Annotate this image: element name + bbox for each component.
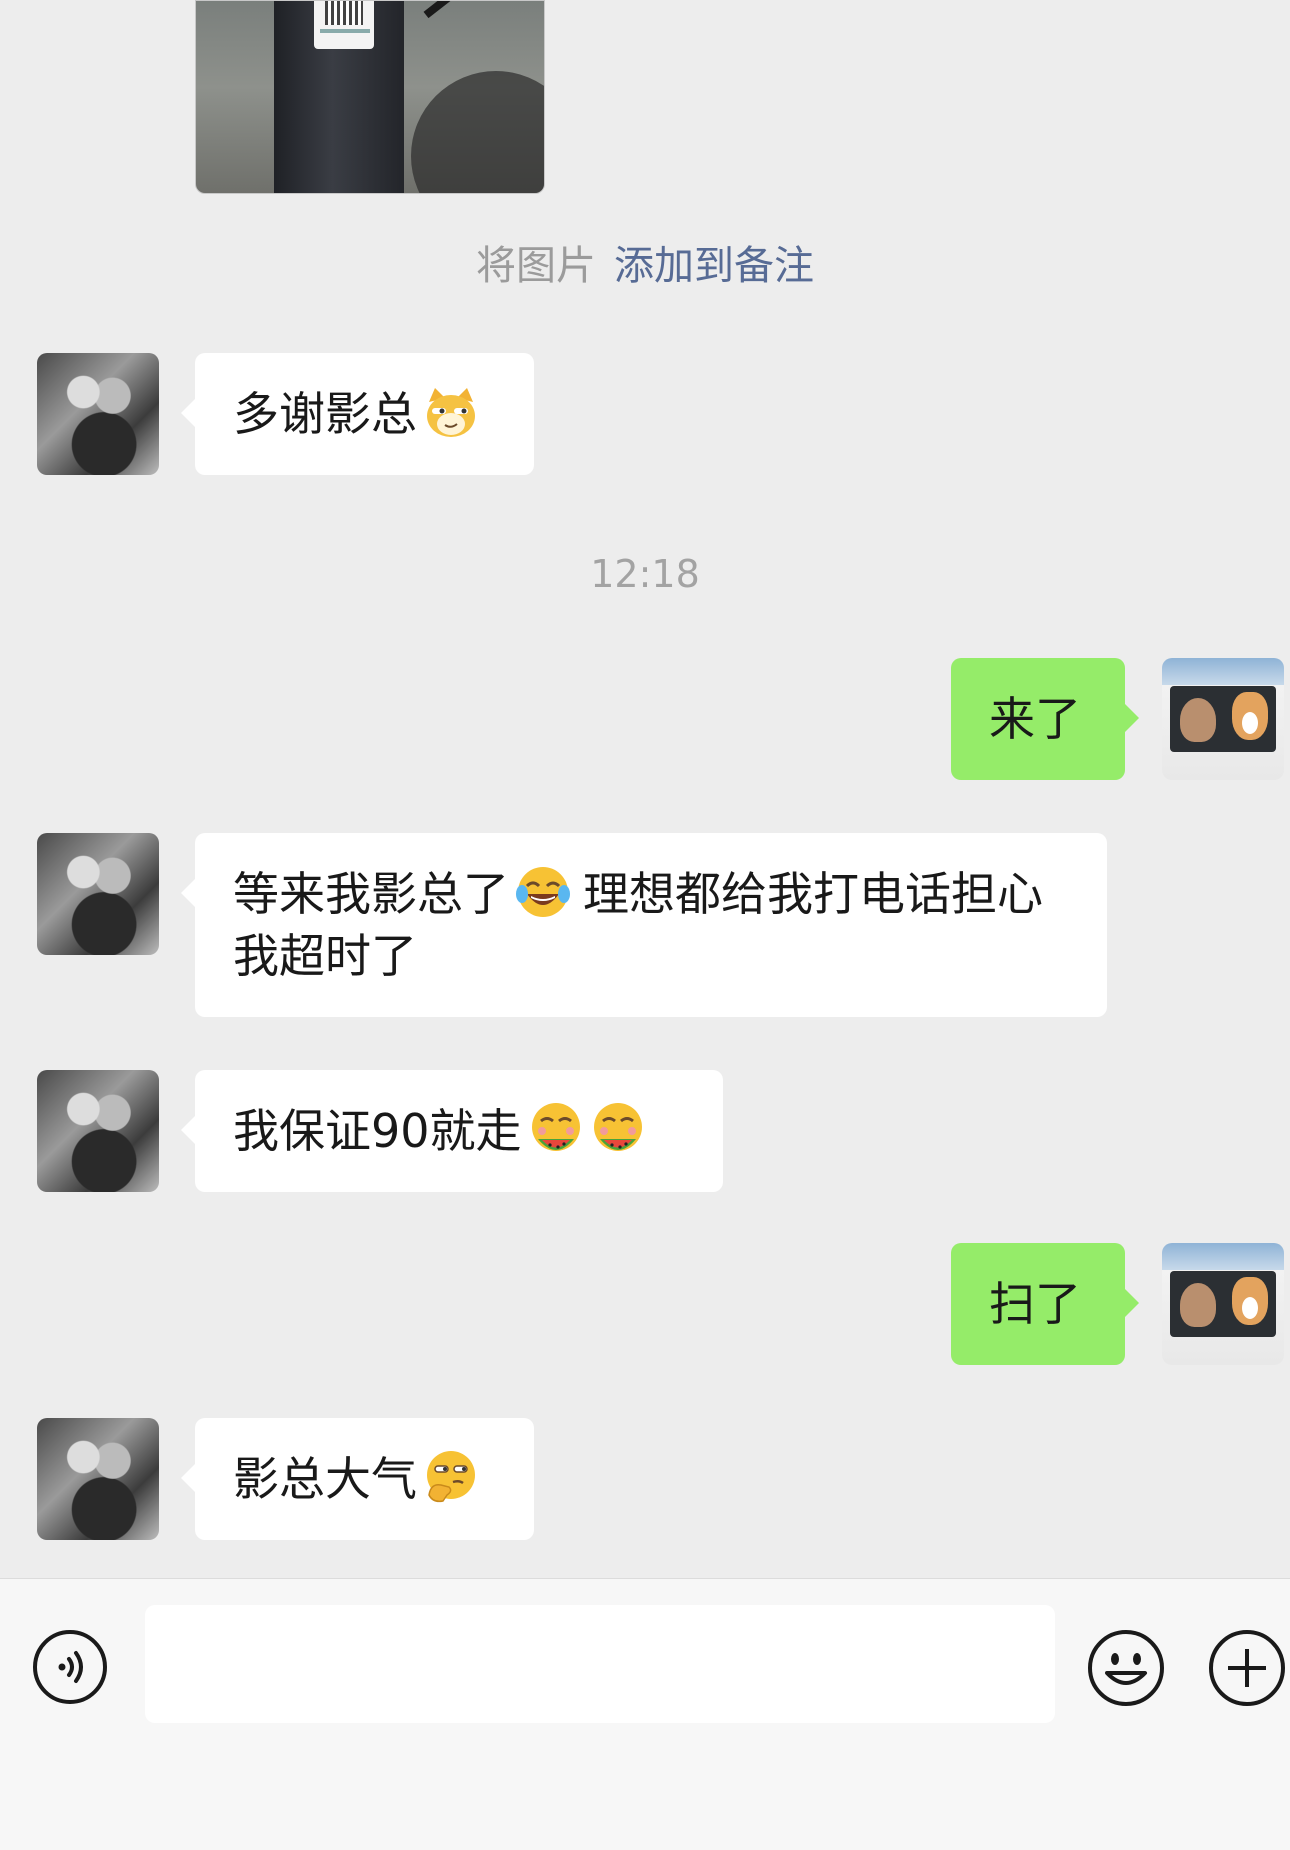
chat-area: 将图片 添加到备注 多谢影总 12:18 来了 等来我影总了 理想都给我打电话担…	[0, 0, 1290, 1578]
system-note-text: 将图片	[476, 243, 596, 289]
image-wheel-shape	[411, 71, 544, 193]
avatar-dog	[1232, 692, 1268, 740]
message-bubble[interactable]: 我保证90就走	[181, 1070, 723, 1192]
add-to-remark-link[interactable]: 添加到备注	[614, 243, 814, 289]
message-text: 等来我影总了	[233, 867, 509, 921]
system-note: 将图片 添加到备注	[0, 238, 1290, 294]
self-avatar[interactable]	[1162, 1243, 1284, 1365]
plus-icon[interactable]	[1208, 1629, 1286, 1707]
image-wire-shape	[423, 1, 539, 19]
voice-icon[interactable]	[32, 1629, 108, 1705]
self-avatar[interactable]	[1162, 658, 1284, 780]
message-bubble[interactable]: 多谢影总	[181, 353, 534, 475]
message-text: 扫了	[989, 1277, 1081, 1331]
qr-caption-shape	[320, 29, 370, 33]
message-bubble[interactable]: 等来我影总了 理想都给我打电话担心我超时了	[181, 833, 1107, 1017]
input-bar	[0, 1578, 1290, 1850]
cat-smirk-emoji	[427, 388, 475, 437]
message-text: 我保证90就走	[233, 1104, 522, 1158]
qr-code-shape	[325, 1, 363, 25]
message-bubble[interactable]: 影总大气	[181, 1418, 534, 1540]
timestamp: 12:18	[590, 552, 700, 596]
message-bubble[interactable]: 来了	[951, 658, 1139, 780]
smiley-icon[interactable]	[1087, 1629, 1165, 1707]
message-text: 影总大气	[233, 1452, 417, 1506]
message-text: 多谢影总	[233, 387, 417, 441]
contact-avatar[interactable]	[37, 353, 159, 475]
avatar-dog	[1232, 1277, 1268, 1325]
message-input[interactable]	[145, 1605, 1055, 1723]
message-text: 来了	[989, 692, 1081, 746]
message-bubble[interactable]: 扫了	[951, 1243, 1139, 1365]
contact-avatar[interactable]	[37, 1418, 159, 1540]
avatar-person	[1180, 698, 1216, 742]
eating-watermelon-emoji	[531, 1103, 580, 1151]
tears-of-joy-emoji	[516, 867, 570, 917]
image-message[interactable]	[195, 0, 545, 194]
contact-avatar[interactable]	[37, 1070, 159, 1192]
contact-avatar[interactable]	[37, 833, 159, 955]
avatar-person	[1180, 1283, 1216, 1327]
eating-watermelon-emoji	[593, 1103, 642, 1151]
thinking-smirk-emoji	[427, 1451, 475, 1503]
